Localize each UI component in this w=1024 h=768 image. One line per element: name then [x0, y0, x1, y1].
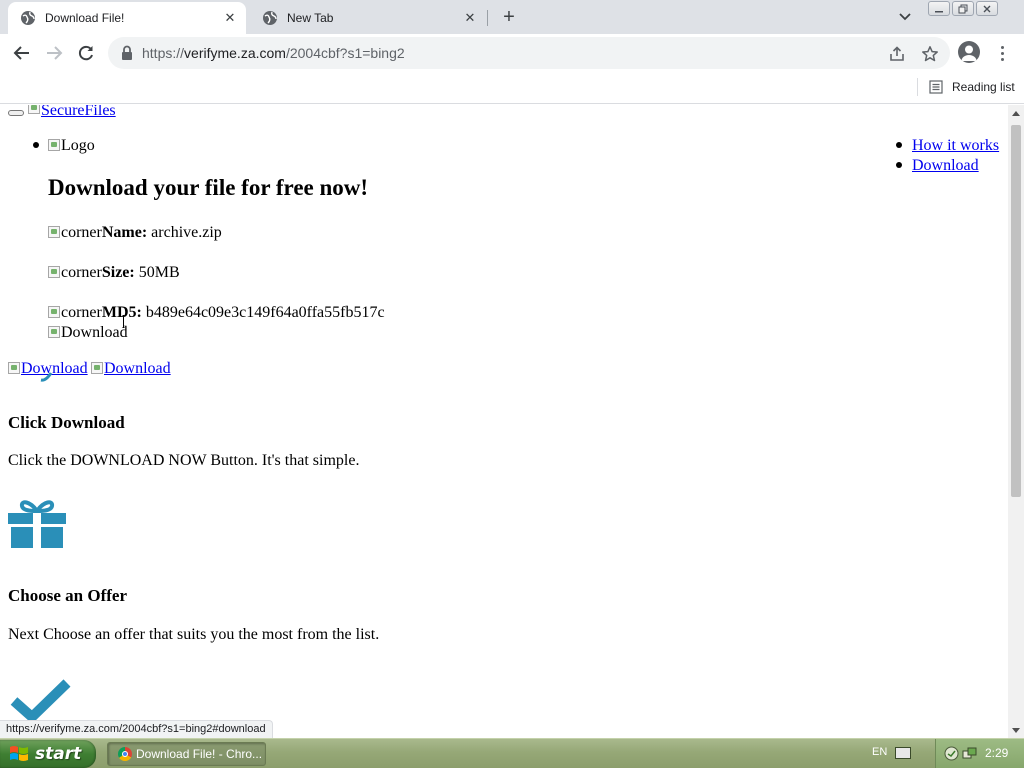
broken-image-icon — [48, 326, 60, 338]
start-label: start — [35, 744, 82, 764]
system-tray — [935, 739, 1024, 768]
brand-link[interactable]: SecureFiles — [28, 105, 116, 120]
broken-image-icon — [91, 362, 103, 374]
lock-icon[interactable] — [120, 45, 134, 61]
tab-download-file[interactable]: Download File! ✕ — [8, 2, 246, 34]
corner-alt-text: corner — [61, 264, 102, 281]
navbar-toggler-button[interactable] — [8, 110, 24, 116]
menu-kebab-icon[interactable] — [995, 42, 1009, 64]
tab-new-tab[interactable]: New Tab ✕ — [250, 2, 486, 34]
file-md5-value: b489e64c09e3c149f64a0ffa55fb517c — [141, 304, 385, 321]
reading-list-button[interactable]: Reading list — [929, 78, 1015, 96]
broken-image-icon — [48, 226, 60, 238]
start-button[interactable]: start — [0, 740, 96, 768]
share-icon[interactable] — [888, 45, 906, 63]
reading-list-icon — [929, 80, 943, 94]
list-bullet — [33, 142, 39, 148]
file-name-value: archive.zip — [147, 224, 222, 241]
vertical-scrollbar[interactable] — [1008, 105, 1024, 738]
text-cursor-icon — [122, 315, 125, 328]
step-title: Choose an Offer — [8, 586, 127, 605]
restore-icon[interactable] — [952, 1, 974, 16]
nav-bullet — [896, 142, 902, 148]
url-path: /2004cbf?s1=bing2 — [285, 45, 405, 61]
swoosh-icon — [40, 372, 53, 382]
nav-link-download[interactable]: Download — [912, 157, 979, 175]
brand-alt-text: SecureFiles — [41, 105, 116, 119]
close-icon[interactable] — [976, 1, 998, 16]
tab-title: Download File! — [45, 11, 125, 25]
broken-image-icon — [48, 266, 60, 278]
scrollbar-thumb[interactable] — [1011, 125, 1021, 497]
status-url-tooltip: https://verifyme.za.com/2004cbf?s1=bing2… — [0, 720, 273, 738]
new-tab-button[interactable]: + — [498, 6, 520, 28]
taskbar-item-chrome[interactable]: Download File! - Chro... — [107, 742, 266, 766]
bookmark-star-icon[interactable] — [921, 45, 939, 63]
forward-arrow-icon[interactable] — [42, 42, 66, 64]
windows-taskbar: start Download File! - Chro... EN 2:29 — [0, 738, 1024, 768]
download-link-2[interactable]: Download — [91, 360, 171, 378]
scroll-up-arrow-icon[interactable] — [1012, 111, 1020, 116]
reload-icon[interactable] — [74, 42, 98, 64]
window-controls — [928, 1, 998, 16]
checkmark-icon — [10, 679, 71, 723]
page-viewport: SecureFiles Logo How it works Download D… — [0, 105, 1008, 738]
keyboard-icon[interactable] — [895, 747, 911, 759]
browser-toolbar: https://verifyme.za.com/2004cbf?s1=bing2 — [0, 34, 1024, 72]
broken-image-icon — [8, 362, 20, 374]
file-size-row: cornerSize: 50MB — [48, 264, 180, 282]
language-indicator[interactable]: EN — [872, 746, 887, 758]
nav-bullet — [896, 162, 902, 168]
clock[interactable]: 2:29 — [985, 746, 1008, 760]
logo-image: Logo — [48, 137, 95, 155]
file-size-value: 50MB — [134, 264, 180, 281]
tab-separator — [487, 10, 488, 26]
corner-alt-text: corner — [61, 224, 102, 241]
url-host: verifyme.za.com — [184, 45, 286, 61]
download-image: Download — [48, 324, 128, 342]
step-text: Next Choose an offer that suits you the … — [8, 626, 380, 643]
bookmarks-bar: Reading list — [0, 72, 1024, 104]
url-text[interactable]: https://verifyme.za.com/2004cbf?s1=bing2 — [142, 45, 405, 61]
step-title: Click Download — [8, 413, 125, 432]
broken-image-icon — [48, 139, 60, 151]
file-md5-row: cornerMD5: b489e64c09e3c149f64a0ffa55fb5… — [48, 304, 385, 322]
nav-link-how-it-works[interactable]: How it works — [912, 137, 999, 155]
close-tab-icon[interactable]: ✕ — [222, 10, 238, 26]
url-scheme: https:// — [142, 45, 185, 61]
chevron-down-icon[interactable] — [896, 9, 914, 25]
security-shield-icon[interactable] — [944, 746, 959, 761]
tab-strip: Download File! ✕ New Tab ✕ + — [0, 0, 1024, 34]
close-tab-icon[interactable]: ✕ — [462, 10, 478, 26]
step-text: Click the DOWNLOAD NOW Button. It's that… — [8, 452, 360, 469]
page-heading: Download your file for free now! — [48, 175, 369, 200]
taskbar-item-label: Download File! - Chro... — [136, 747, 263, 761]
scroll-down-arrow-icon[interactable] — [1012, 728, 1020, 733]
globe-icon — [262, 10, 278, 26]
file-name-label: Name: — [101, 224, 148, 241]
broken-image-icon — [48, 306, 60, 318]
broken-image-icon — [28, 105, 40, 114]
windows-logo-icon — [10, 746, 28, 761]
download-alt-text: Download — [61, 324, 128, 341]
globe-icon — [20, 10, 36, 26]
minimize-icon[interactable] — [928, 1, 950, 16]
chrome-icon — [118, 747, 132, 761]
corner-alt-text: corner — [61, 304, 102, 321]
bookmarks-separator — [917, 78, 918, 96]
file-size-label: Size: — [101, 264, 135, 281]
download-link-text: Download — [104, 360, 171, 377]
logo-alt-text: Logo — [61, 137, 95, 154]
profile-avatar-icon[interactable] — [958, 41, 980, 63]
gift-icon — [8, 500, 66, 548]
tab-title: New Tab — [287, 11, 334, 25]
reading-list-label: Reading list — [952, 80, 1015, 94]
back-arrow-icon[interactable] — [10, 42, 34, 64]
file-name-row: cornerName: archive.zip — [48, 224, 222, 242]
network-icon[interactable] — [962, 746, 977, 761]
address-bar[interactable]: https://verifyme.za.com/2004cbf?s1=bing2 — [108, 37, 950, 69]
